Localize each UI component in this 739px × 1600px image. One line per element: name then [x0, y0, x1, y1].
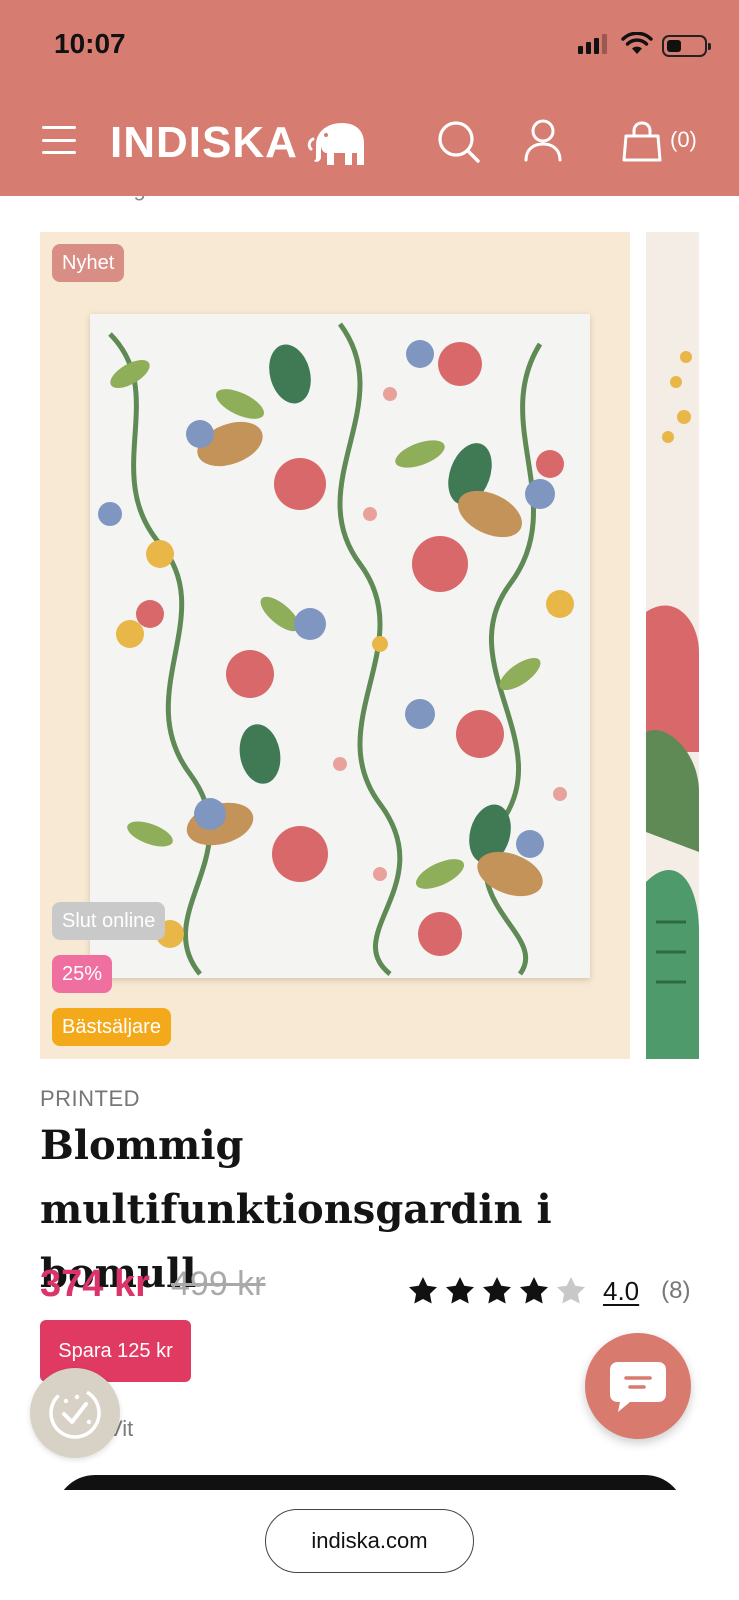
battery-icon: [662, 35, 711, 57]
badge-discount: 25%: [52, 955, 113, 993]
account-icon[interactable]: [523, 118, 563, 162]
star-icon: [409, 1277, 437, 1304]
star-icon: [520, 1277, 548, 1304]
chat-button[interactable]: [585, 1333, 691, 1439]
star-icon: [446, 1277, 474, 1304]
browser-bottom-bar: indiska.com: [0, 1490, 739, 1600]
product-rating[interactable]: 4.0 (8): [407, 1275, 691, 1307]
floral-fabric-image: [90, 314, 590, 978]
badge-new: Nyhet: [52, 244, 125, 282]
elephant-logo-icon: [307, 123, 364, 165]
cart-icon[interactable]: [621, 120, 663, 162]
next-product-image[interactable]: [646, 232, 699, 1059]
site-header: 10:07 INDISKA (0): [0, 0, 739, 196]
cookie-consent-button[interactable]: [30, 1368, 120, 1458]
chat-icon: [610, 1362, 666, 1412]
rating-stars: [407, 1275, 587, 1307]
star-icon: [483, 1277, 511, 1304]
rating-count: (8): [661, 1277, 691, 1304]
rating-value[interactable]: 4.0: [603, 1276, 639, 1307]
product-image[interactable]: Nyhet Slut online 25% Bästsäljare: [40, 232, 630, 1059]
site-logo[interactable]: INDISKA: [110, 118, 368, 168]
logo-text: INDISKA: [110, 118, 298, 167]
current-price: 374 kr: [40, 1263, 150, 1305]
hamburger-menu-icon[interactable]: [42, 126, 76, 154]
badge-sold-out: Slut online: [52, 902, 166, 940]
star-empty-icon: [557, 1277, 585, 1304]
badge-bestseller: Bästsäljare: [52, 1008, 171, 1046]
cellular-signal-icon: [578, 34, 607, 54]
url-bar[interactable]: indiska.com: [265, 1509, 474, 1573]
status-time: 10:07: [54, 28, 126, 59]
original-price: 499 kr: [171, 1265, 266, 1303]
product-brand[interactable]: PRINTED: [40, 1086, 140, 1112]
search-icon[interactable]: [437, 120, 481, 164]
wifi-icon: [621, 32, 653, 54]
cart-count[interactable]: (0): [670, 127, 697, 153]
cookie-consent-icon: [49, 1387, 101, 1439]
